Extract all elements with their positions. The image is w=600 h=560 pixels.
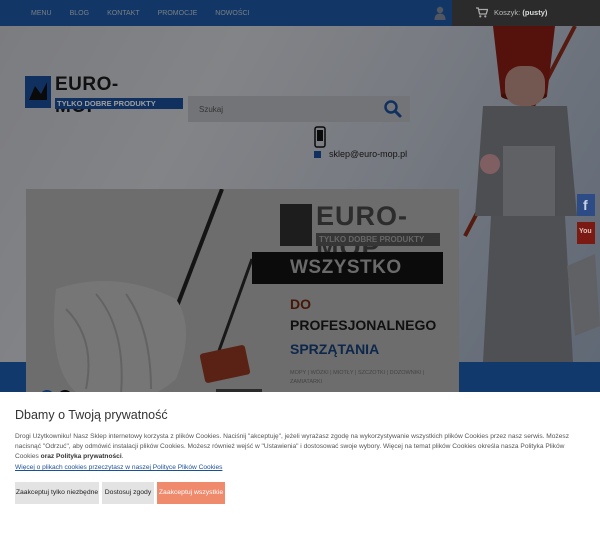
cart-label: Koszyk: (pusty) [494, 8, 548, 17]
youtube-icon[interactable]: You [577, 222, 595, 244]
facebook-glyph: f [583, 197, 588, 213]
cart-status: (pusty) [522, 8, 548, 17]
cart-icon [476, 7, 488, 18]
cookie-title: Dbamy o Twoją prywatność [15, 408, 168, 422]
facebook-icon[interactable]: f [577, 194, 595, 216]
accept-necessary-button[interactable]: Zaakceptuj tylko niezbędne [15, 482, 99, 504]
hero-section: EURO-MOP TYLKO DOBRE PRODUKTY sklep@euro… [0, 26, 600, 418]
cart-button[interactable]: Koszyk: (pusty) [452, 0, 600, 26]
cookie-consent-panel: Dbamy o Twoją prywatność Drogi Użytkowni… [0, 392, 600, 560]
customize-consent-button[interactable]: Dostosuj zgody [102, 482, 154, 504]
accept-all-button[interactable]: Zaakceptuj wszystkie [157, 482, 225, 504]
youtube-glyph: You [579, 228, 592, 235]
cookie-policy-link[interactable]: Więcej o plikach cookies przeczytasz w n… [15, 464, 222, 471]
cookie-description: Drogi Użytkowniku! Nasz Sklep internetow… [15, 433, 569, 461]
hero-dim-overlay [0, 26, 600, 392]
privacy-policy-text[interactable]: oraz Polityka prywatności [41, 453, 122, 460]
